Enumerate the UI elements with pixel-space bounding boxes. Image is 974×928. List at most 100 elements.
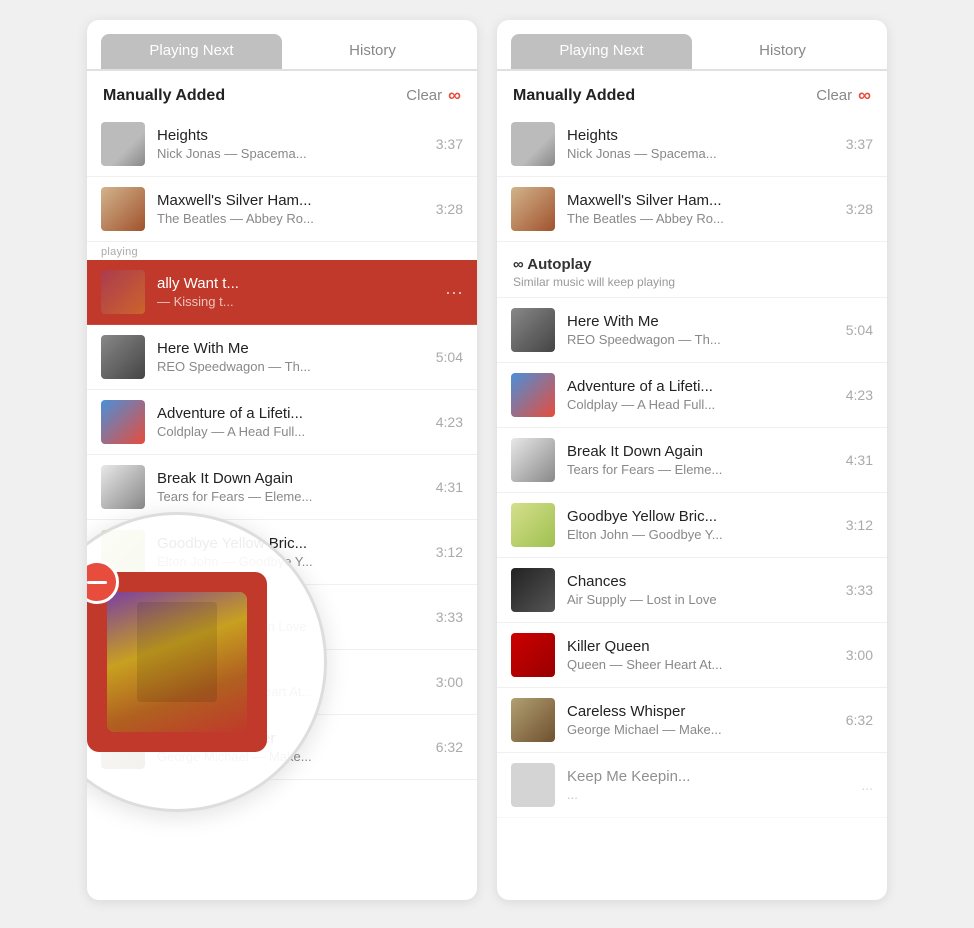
track-title-chances-right: Chances (567, 573, 838, 590)
track-title-heights-left: Heights (157, 127, 428, 144)
track-item-maxwell-right[interactable]: Maxwell's Silver Ham... The Beatles — Ab… (497, 177, 887, 242)
track-item-here-left[interactable]: Here With Me REO Speedwagon — Th... 5:04 (87, 325, 477, 390)
track-subtitle-here-right: REO Speedwagon — Th... (567, 332, 838, 347)
dots-icon-left[interactable]: ··· (445, 282, 463, 303)
track-thumb-keepme-right (511, 763, 555, 807)
tab-playing-next-left[interactable]: Playing Next (101, 34, 282, 69)
track-thumb-killer-right (511, 633, 555, 677)
autoplay-subtitle: Similar music will keep playing (513, 275, 871, 289)
track-duration-break-left: 4:31 (436, 479, 463, 495)
section-title-left: Manually Added (103, 87, 225, 105)
track-info-keepme-right: Keep Me Keepin... ... (567, 768, 853, 802)
track-thumb-adventure-right (511, 373, 555, 417)
track-subtitle-careless-right: George Michael — Make... (567, 722, 838, 737)
track-duration-maxwell-left: 3:28 (436, 201, 463, 217)
track-duration-adventure-left: 4:23 (436, 414, 463, 430)
track-item-heights-right[interactable]: Heights Nick Jonas — Spacema... 3:37 (497, 112, 887, 177)
track-title-keepme-right: Keep Me Keepin... (567, 768, 853, 785)
track-info-goodbye-right: Goodbye Yellow Bric... Elton John — Good… (567, 508, 838, 542)
track-info-adventure-right: Adventure of a Lifeti... Coldplay — A He… (567, 378, 838, 412)
track-subtitle-keepme-right: ... (567, 787, 853, 802)
track-subtitle-adventure-right: Coldplay — A Head Full... (567, 397, 838, 412)
track-info-here-right: Here With Me REO Speedwagon — Th... (567, 313, 838, 347)
track-title-adventure-left: Adventure of a Lifeti... (157, 405, 428, 422)
track-info-killer-right: Killer Queen Queen — Sheer Heart At... (567, 638, 838, 672)
section-header-left: Manually Added Clear ∞ (87, 71, 477, 112)
track-duration-here-left: 5:04 (436, 349, 463, 365)
track-item-break-left[interactable]: Break It Down Again Tears for Fears — El… (87, 455, 477, 520)
track-title-killer-right: Killer Queen (567, 638, 838, 655)
track-thumb-goodbye-right (511, 503, 555, 547)
track-item-here-right[interactable]: Here With Me REO Speedwagon — Th... 5:04 (497, 298, 887, 363)
track-info-careless-right: Careless Whisper George Michael — Make..… (567, 703, 838, 737)
track-subtitle-maxwell-right: The Beatles — Abbey Ro... (567, 211, 838, 226)
track-thumb-adventure-left (101, 400, 145, 444)
track-duration-heights-left: 3:37 (436, 136, 463, 152)
minus-icon (87, 581, 107, 584)
track-info-heights-right: Heights Nick Jonas — Spacema... (567, 127, 838, 161)
track-item-maxwell-left[interactable]: Maxwell's Silver Ham... The Beatles — Ab… (87, 177, 477, 242)
track-thumb-break-left (101, 465, 145, 509)
track-info-maxwell-left: Maxwell's Silver Ham... The Beatles — Ab… (157, 192, 428, 226)
track-subtitle-maxwell-left: The Beatles — Abbey Ro... (157, 211, 428, 226)
track-item-heights-left[interactable]: Heights Nick Jonas — Spacema... 3:37 (87, 112, 477, 177)
track-duration-careless-left: 6:32 (436, 739, 463, 755)
track-item-chances-right[interactable]: Chances Air Supply — Lost in Love 3:33 (497, 558, 887, 623)
track-duration-goodbye-left: 3:12 (436, 544, 463, 560)
track-title-maxwell-left: Maxwell's Silver Ham... (157, 192, 428, 209)
track-info-adventure-left: Adventure of a Lifeti... Coldplay — A He… (157, 405, 428, 439)
track-info-here-left: Here With Me REO Speedwagon — Th... (157, 340, 428, 374)
track-subtitle-heights-right: Nick Jonas — Spacema... (567, 146, 838, 161)
track-list-top-left: Heights Nick Jonas — Spacema... 3:37 Max… (87, 112, 477, 242)
track-subtitle-chances-right: Air Supply — Lost in Love (567, 592, 838, 607)
track-thumb-heights-right (511, 122, 555, 166)
track-subtitle-goodbye-right: Elton John — Goodbye Y... (567, 527, 838, 542)
right-panel: Playing Next History Manually Added Clea… (497, 20, 887, 900)
track-info-maxwell-right: Maxwell's Silver Ham... The Beatles — Ab… (567, 192, 838, 226)
track-info-heights-left: Heights Nick Jonas — Spacema... (157, 127, 428, 161)
track-subtitle-heights-left: Nick Jonas — Spacema... (157, 146, 428, 161)
track-duration-chances-left: 3:33 (436, 609, 463, 625)
playing-label-left: playing (87, 242, 477, 260)
tab-playing-next-right[interactable]: Playing Next (511, 34, 692, 69)
track-item-goodbye-right[interactable]: Goodbye Yellow Bric... Elton John — Good… (497, 493, 887, 558)
section-clear-right[interactable]: Clear ∞ (816, 85, 871, 106)
track-title-break-left: Break It Down Again (157, 470, 428, 487)
track-thumb-here-right (511, 308, 555, 352)
track-subtitle-adventure-left: Coldplay — A Head Full... (157, 424, 428, 439)
section-clear-left[interactable]: Clear ∞ (406, 85, 461, 106)
track-title-here-left: Here With Me (157, 340, 428, 357)
track-item-break-right[interactable]: Break It Down Again Tears for Fears — El… (497, 428, 887, 493)
section-header-right: Manually Added Clear ∞ (497, 71, 887, 112)
track-subtitle-here-left: REO Speedwagon — Th... (157, 359, 428, 374)
track-info-break-left: Break It Down Again Tears for Fears — El… (157, 470, 428, 504)
highlighted-area-left: playing ally Want t... — Kissing t... ··… (87, 242, 477, 325)
autoplay-title: ∞ Autoplay (513, 256, 871, 273)
track-title-maxwell-right: Maxwell's Silver Ham... (567, 192, 838, 209)
track-thumb-maxwell-left (101, 187, 145, 231)
right-tabs: Playing Next History (497, 20, 887, 70)
track-info-chances-right: Chances Air Supply — Lost in Love (567, 573, 838, 607)
track-thumb-heights-left (101, 122, 145, 166)
tab-history-left[interactable]: History (282, 34, 463, 69)
big-album-art (107, 592, 247, 732)
infinity-icon-left: ∞ (448, 85, 461, 106)
track-item-adventure-right[interactable]: Adventure of a Lifeti... Coldplay — A He… (497, 363, 887, 428)
left-panel: Playing Next History Manually Added Clea… (87, 20, 477, 900)
left-tabs: Playing Next History (87, 20, 477, 70)
track-title-adventure-right: Adventure of a Lifeti... (567, 378, 838, 395)
track-list-top-right: Heights Nick Jonas — Spacema... 3:37 Max… (497, 112, 887, 242)
tab-history-right[interactable]: History (692, 34, 873, 69)
highlighted-title-left: ally Want t... (157, 275, 437, 292)
track-duration-break-right: 4:31 (846, 452, 873, 468)
track-title-heights-right: Heights (567, 127, 838, 144)
track-item-careless-right[interactable]: Careless Whisper George Michael — Make..… (497, 688, 887, 753)
track-item-killer-right[interactable]: Killer Queen Queen — Sheer Heart At... 3… (497, 623, 887, 688)
track-duration-keepme-right: ... (861, 777, 873, 793)
highlighted-row-left[interactable]: ally Want t... — Kissing t... ··· (87, 260, 477, 325)
track-item-adventure-left[interactable]: Adventure of a Lifeti... Coldplay — A He… (87, 390, 477, 455)
track-item-keepme-right[interactable]: Keep Me Keepin... ... ... (497, 753, 887, 818)
track-duration-maxwell-right: 3:28 (846, 201, 873, 217)
track-title-here-right: Here With Me (567, 313, 838, 330)
track-duration-goodbye-right: 3:12 (846, 517, 873, 533)
